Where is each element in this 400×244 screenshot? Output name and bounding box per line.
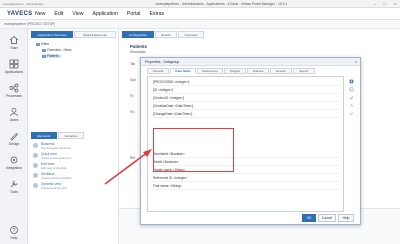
annotation-arrow-icon	[104, 149, 152, 185]
